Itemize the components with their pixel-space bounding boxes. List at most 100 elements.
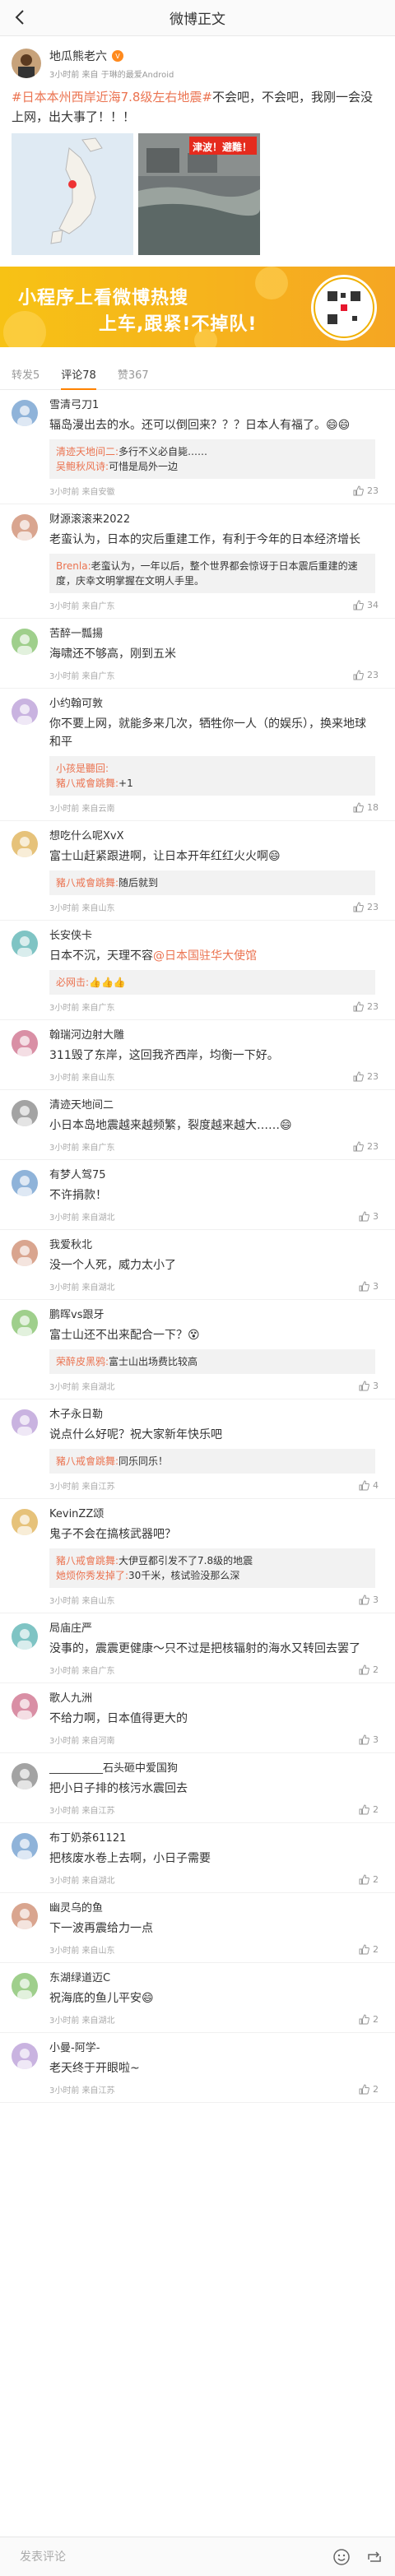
author-avatar[interactable]: [12, 49, 41, 78]
repost-icon[interactable]: [365, 2548, 383, 2566]
comment-item[interactable]: 东湖绿道迈C 祝海底的鱼儿平安😄 3小时前 来自湖北 2: [0, 1963, 395, 2033]
commenter-avatar[interactable]: [12, 831, 38, 857]
comment-item[interactable]: 长安侠卡 日本不沉，天理不容@日本国驻华大使馆 必网击:👍👍👍 3小时前 来自广东 2…: [0, 921, 395, 1020]
commenter-name[interactable]: 小曼-阿学-: [49, 2042, 100, 2054]
map-image[interactable]: [12, 133, 133, 255]
like-button[interactable]: 23: [353, 1071, 383, 1082]
commenter-avatar[interactable]: [12, 400, 38, 426]
tab-comments[interactable]: 评论78: [61, 366, 96, 390]
mini-program-ad-banner[interactable]: 小程序上看微博热搜 上车,跟紧!不掉队!: [0, 267, 395, 347]
commenter-avatar[interactable]: [12, 514, 38, 541]
comment-item[interactable]: 苦醉一瓢揚 海啸还不够高，刚到五米 3小时前 来自广东 23: [0, 619, 395, 689]
reply-author[interactable]: 吴鲍秋风诗:: [56, 461, 109, 472]
tab-reposts[interactable]: 转发5: [12, 366, 40, 389]
like-button[interactable]: 4: [359, 1480, 383, 1491]
comment-mention[interactable]: @日本国驻华大使馆: [153, 949, 257, 963]
commenter-name[interactable]: 小约翰可敦: [49, 698, 103, 710]
commenter-avatar[interactable]: [12, 1100, 38, 1126]
reply-author[interactable]: 小孩是聽回:: [56, 763, 109, 774]
commenter-name[interactable]: KevinZZ颂: [49, 1508, 104, 1520]
reply-author[interactable]: 清迹天地间二:: [56, 446, 118, 457]
reply-author[interactable]: 必网击:: [56, 977, 89, 988]
commenter-avatar[interactable]: [12, 1240, 38, 1266]
commenter-avatar[interactable]: [12, 1763, 38, 1789]
emoji-icon[interactable]: [332, 2548, 351, 2566]
comment-item[interactable]: 清迹天地间二 小日本岛地震越来越频繁，裂度越来越大……😄 3小时前 来自广东 23: [0, 1090, 395, 1160]
like-button[interactable]: 23: [353, 1141, 383, 1152]
commenter-name[interactable]: 长安侠卡: [49, 930, 92, 942]
commenter-name[interactable]: 财源滚滚来2022: [49, 513, 130, 526]
comment-item[interactable]: 布丁奶茶61121 把核废水卷上去啊，小日子需要 3小时前 来自湖北 2: [0, 1823, 395, 1893]
tab-likes[interactable]: 赞367: [118, 366, 149, 389]
like-button[interactable]: 23: [353, 485, 383, 496]
like-button[interactable]: 3: [359, 1734, 383, 1745]
like-button[interactable]: 3: [359, 1211, 383, 1222]
commenter-avatar[interactable]: [12, 1170, 38, 1196]
like-button[interactable]: 2: [359, 1874, 383, 1885]
like-button[interactable]: 23: [353, 670, 383, 680]
commenter-avatar[interactable]: [12, 629, 38, 655]
like-button[interactable]: 2: [359, 2084, 383, 2095]
reply-preview-box[interactable]: 小孩是聽回: 豬八戒會跳舞:+1: [49, 756, 375, 796]
commenter-name[interactable]: 苦醉一瓢揚: [49, 628, 103, 640]
commenter-name[interactable]: 局庙庄严: [49, 1622, 92, 1635]
commenter-avatar[interactable]: [12, 1903, 38, 1929]
comment-item[interactable]: 木子永日勒 说点什么好呢？祝大家新年快乐吧 豬八戒會跳舞:同乐同乐！ 3小时前 来自江…: [0, 1399, 395, 1499]
commenter-name[interactable]: 鹏晖vs跟牙: [49, 1309, 104, 1321]
reply-preview-box[interactable]: 豬八戒會跳舞:同乐同乐！: [49, 1449, 375, 1474]
like-button[interactable]: 2: [359, 1944, 383, 1955]
comment-item[interactable]: KevinZZ颂 鬼子不会在搞核武器吧？ 豬八戒會跳舞:大伊豆都引发不了7.8级的地…: [0, 1499, 395, 1613]
comment-item[interactable]: 小曼-阿学- 老天终于开眼啦~ 3小时前 来自江苏 2: [0, 2033, 395, 2103]
reply-author[interactable]: 荣醉皮黑鸦:: [56, 1356, 109, 1367]
commenter-avatar[interactable]: [12, 699, 38, 725]
reply-preview-box[interactable]: 清迹天地间二:多行不义必自毙…… 吴鲍秋风诗:可惜是局外一边: [49, 439, 375, 479]
reply-preview-box[interactable]: 必网击:👍👍👍: [49, 970, 375, 995]
like-button[interactable]: 3: [359, 1381, 383, 1391]
comment-input[interactable]: 发表评论: [12, 2544, 332, 2570]
commenter-avatar[interactable]: [12, 1623, 38, 1650]
commenter-name[interactable]: __________石头砸中爱国狗: [49, 1762, 178, 1775]
comment-item[interactable]: __________石头砸中爱国狗 把小日子排的核污水震回去 3小时前 来自江苏 2: [0, 1753, 395, 1823]
comment-item[interactable]: 雪清弓刀1 辐岛漫出去的水。还可以倒回来？？？日本人有福了。😄😄 清迹天地间二:多行…: [0, 390, 395, 504]
like-button[interactable]: 2: [359, 1804, 383, 1815]
commenter-name[interactable]: 幽灵乌的鱼: [49, 1902, 103, 1915]
commenter-avatar[interactable]: [12, 2043, 38, 2069]
commenter-avatar[interactable]: [12, 1310, 38, 1336]
like-button[interactable]: 2: [359, 2014, 383, 2025]
like-button[interactable]: 3: [359, 1594, 383, 1605]
reply-author[interactable]: 豬八戒會跳舞:: [56, 877, 118, 889]
like-button[interactable]: 34: [353, 600, 383, 610]
commenter-avatar[interactable]: [12, 931, 38, 957]
commenter-avatar[interactable]: [12, 1030, 38, 1056]
like-button[interactable]: 18: [353, 802, 383, 813]
reply-author[interactable]: Brenla:: [56, 560, 91, 572]
commenter-name[interactable]: 布丁奶茶61121: [49, 1832, 126, 1845]
reply-author[interactable]: 豬八戒會跳舞:: [56, 1455, 118, 1467]
reply-author[interactable]: 她烦你秀发掉了:: [56, 1570, 128, 1581]
reply-preview-box[interactable]: 豬八戒會跳舞:随后就到: [49, 870, 375, 895]
like-button[interactable]: 23: [353, 1001, 383, 1012]
comment-item[interactable]: 小约翰可敦 你不要上网，就能多来几次，牺牲你一人（的娱乐），换来地球和平 小孩是聽回…: [0, 689, 395, 821]
commenter-name[interactable]: 木子永日勒: [49, 1409, 103, 1421]
commenter-name[interactable]: 歌人九洲: [49, 1692, 92, 1705]
commenter-name[interactable]: 清迹天地间二: [49, 1099, 114, 1112]
commenter-avatar[interactable]: [12, 1509, 38, 1535]
comment-item[interactable]: 财源滚滚来2022 老蛮认为，日本的灾后重建工作，有利于今年的日本经济增长 Bren…: [0, 504, 395, 619]
comment-item[interactable]: 幽灵乌的鱼 下一波再震给力一点 3小时前 来自山东 2: [0, 1893, 395, 1963]
like-button[interactable]: 23: [353, 902, 383, 912]
author-name[interactable]: 地瓜熊老六: [49, 48, 107, 64]
back-arrow-icon[interactable]: [12, 8, 30, 26]
commenter-avatar[interactable]: [12, 1409, 38, 1436]
comment-item[interactable]: 想吃什么呢XvX 富士山赶紧跟进啊，让日本开年红红火火啊😄 豬八戒會跳舞:随后就到 3…: [0, 821, 395, 921]
commenter-name[interactable]: 东湖绿道迈C: [49, 1972, 110, 1984]
commenter-avatar[interactable]: [12, 1693, 38, 1720]
reply-preview-box[interactable]: 荣醉皮黑鸦:富士山出场费比较高: [49, 1349, 375, 1374]
commenter-name[interactable]: 翰瑞河边射大雕: [49, 1029, 124, 1042]
reply-preview-box[interactable]: 豬八戒會跳舞:大伊豆都引发不了7.8级的地震 她烦你秀发掉了:30千米，核试验没那…: [49, 1548, 375, 1588]
like-button[interactable]: 3: [359, 1281, 383, 1292]
commenter-avatar[interactable]: [12, 1973, 38, 1999]
comment-item[interactable]: 我爱秋北 没一个人死，威力太小了 3小时前 来自湖北 3: [0, 1230, 395, 1300]
commenter-name[interactable]: 有梦人驾75: [49, 1169, 106, 1181]
comment-item[interactable]: 有梦人驾75 不许捐款！ 3小时前 来自湖北 3: [0, 1160, 395, 1230]
reply-preview-box[interactable]: Brenla:老蛮认为，一年以后，整个世界都会惊讶于日本震后重建的速度，庆幸文明…: [49, 554, 375, 593]
